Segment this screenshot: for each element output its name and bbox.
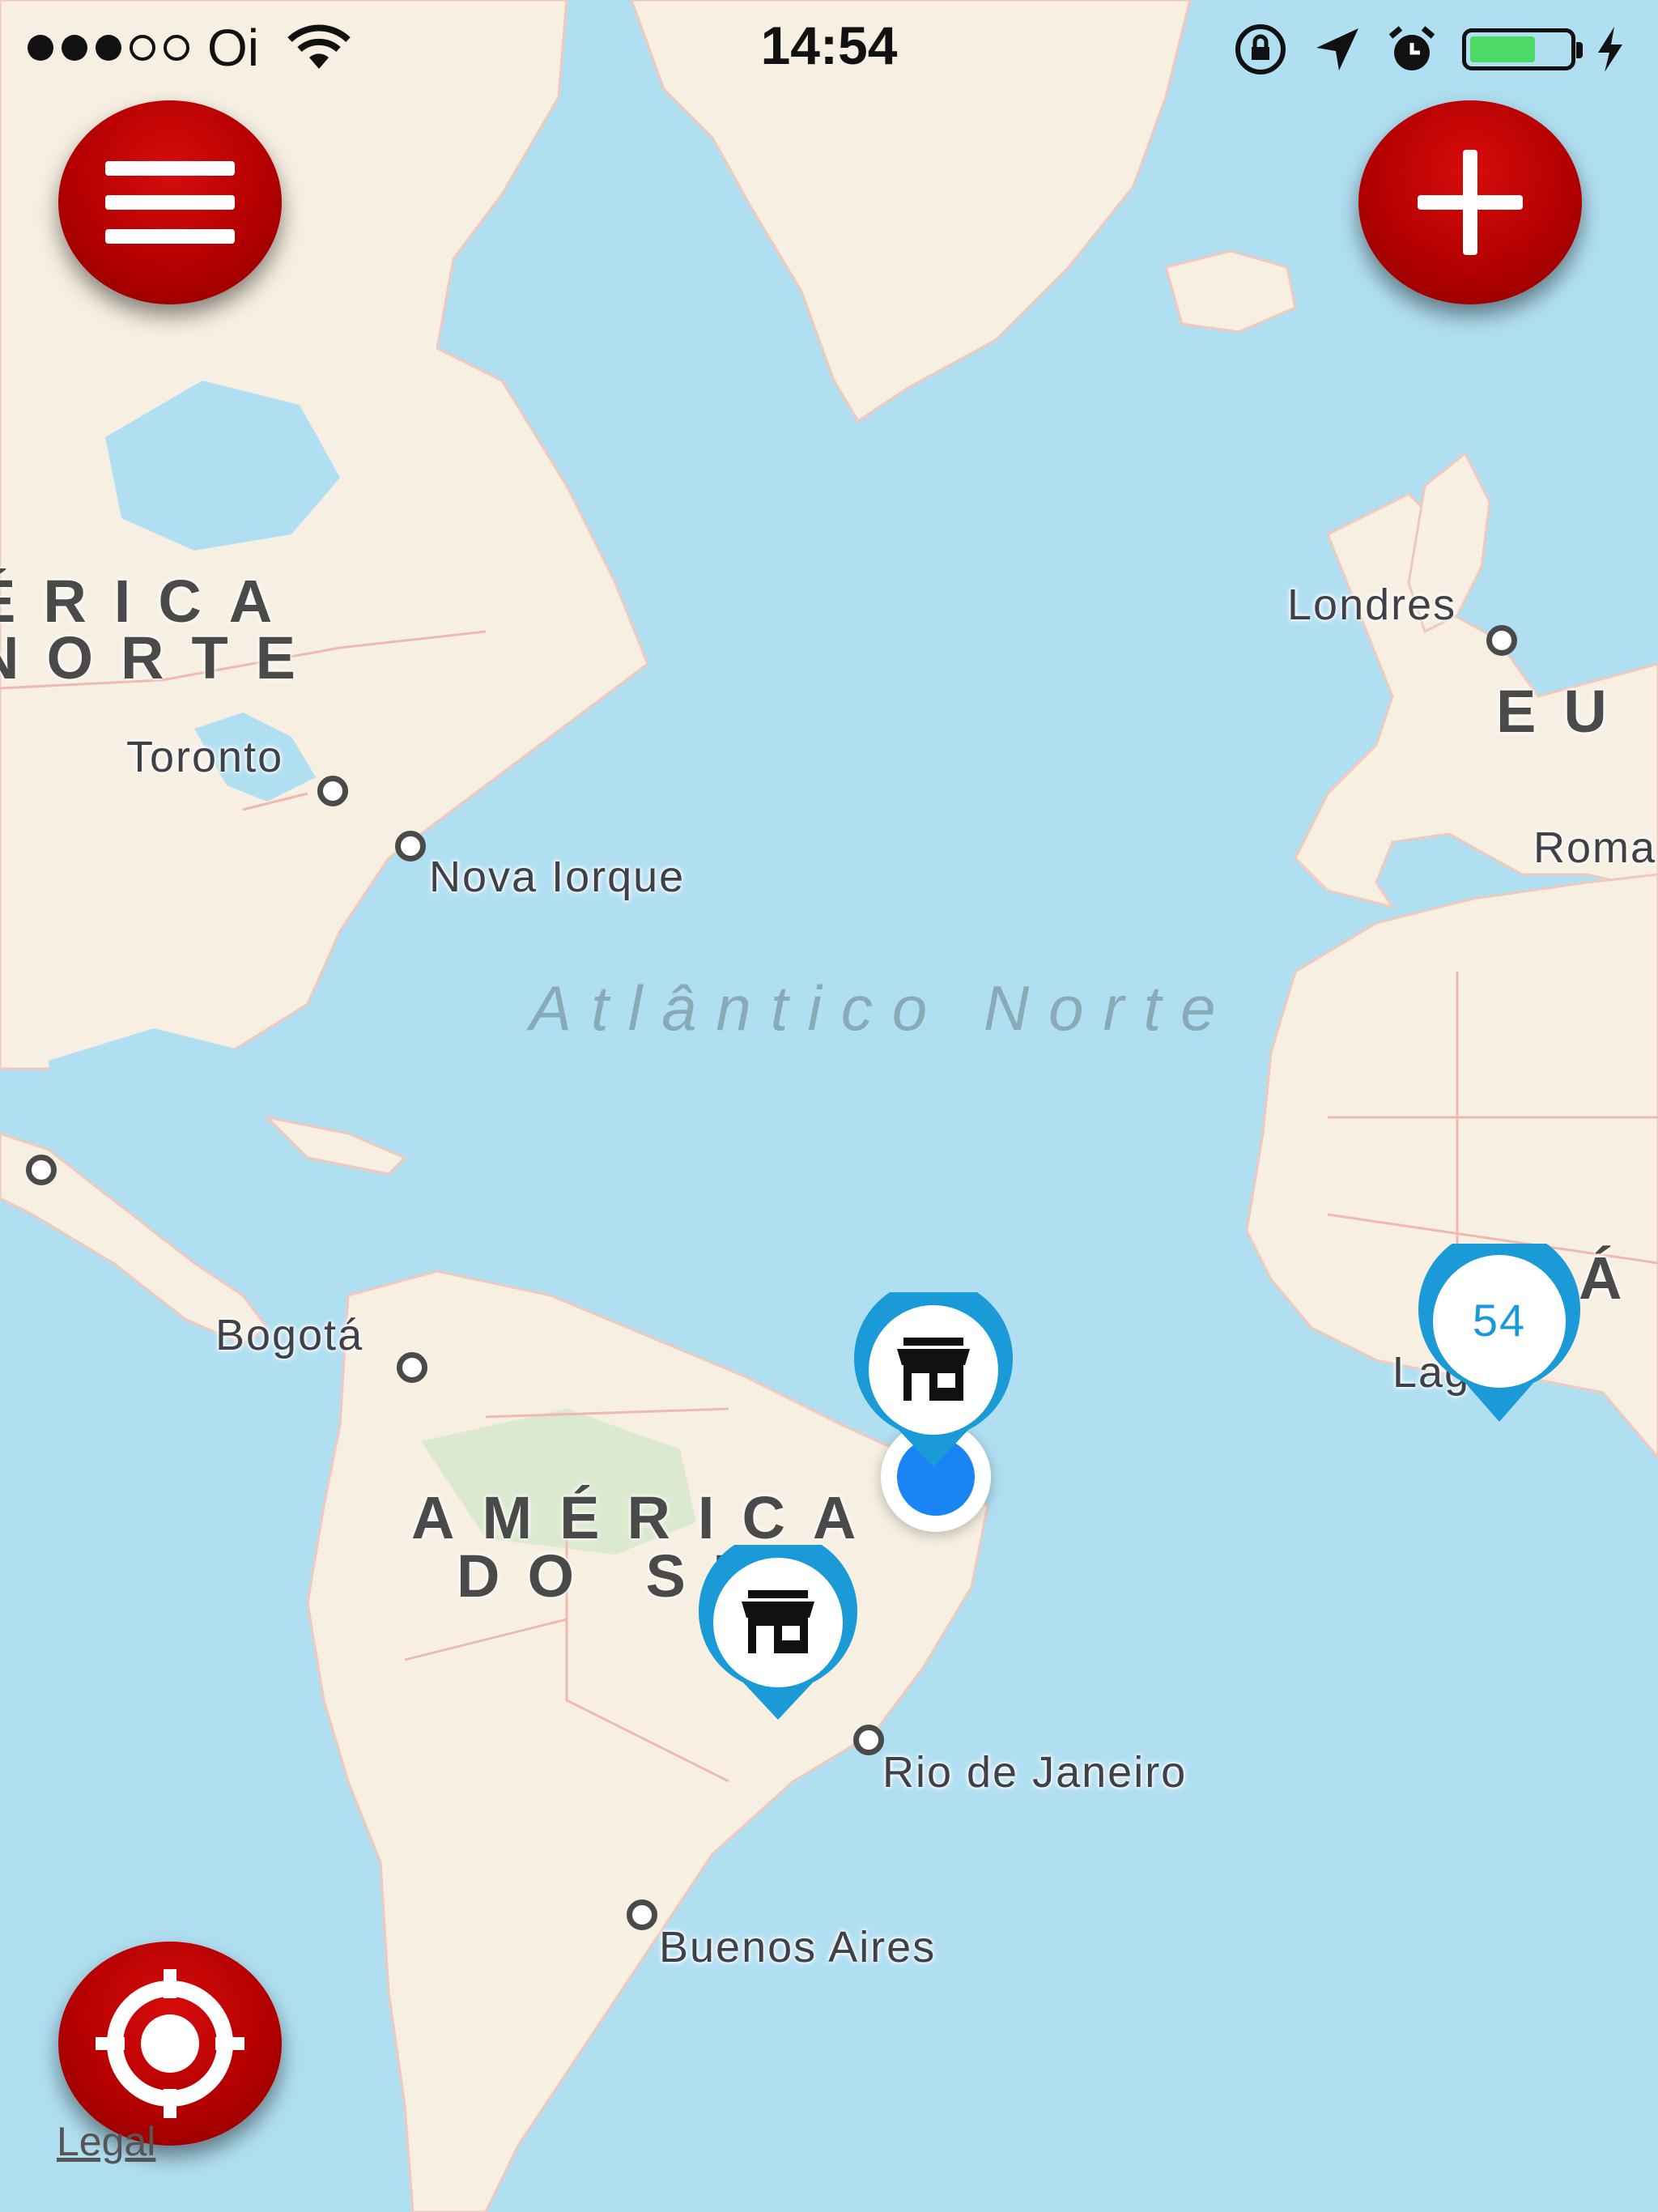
cuba-land <box>263 1115 407 1176</box>
city-dot-mexico <box>26 1155 57 1185</box>
city-label-buenos-aires: Buenos Aires <box>659 1923 937 1972</box>
store-icon <box>742 1590 814 1653</box>
map-background[interactable] <box>0 0 1658 2212</box>
city-dot-london <box>1486 625 1517 656</box>
locate-me-button[interactable] <box>58 1942 282 2146</box>
store-pin[interactable] <box>695 1531 861 1723</box>
legal-link[interactable]: Legal <box>57 2118 155 2165</box>
status-bar: Oi 14:54 <box>0 0 1658 97</box>
cluster-pin[interactable]: 54 <box>1418 1228 1580 1423</box>
city-label-rio: Rio de Janeiro <box>882 1748 1188 1797</box>
battery-icon <box>1462 28 1583 70</box>
region-label-europe: EU <box>1496 678 1635 745</box>
city-dot-new-york <box>395 831 426 861</box>
crosshair-icon <box>96 1969 244 2118</box>
menu-button[interactable] <box>58 100 282 304</box>
store-icon <box>897 1338 970 1401</box>
status-right-icons <box>1232 21 1626 78</box>
city-dot-buenos-aires <box>627 1899 657 1930</box>
charging-bolt-icon <box>1598 27 1622 72</box>
plus-icon <box>1418 150 1523 255</box>
battery-fill <box>1470 36 1535 62</box>
add-button[interactable] <box>1358 100 1582 304</box>
city-dot-bogota <box>397 1352 427 1383</box>
location-arrow-icon <box>1316 28 1358 70</box>
ocean-label: Atlântico Norte <box>529 972 1235 1044</box>
region-label-africa: Á <box>1579 1244 1650 1312</box>
city-label-london: Londres <box>1287 581 1457 629</box>
cluster-count: 54 <box>1472 1295 1527 1346</box>
alarm-icon <box>1388 26 1435 70</box>
rotation-lock-icon <box>1235 24 1286 74</box>
store-pin[interactable] <box>850 1278 1017 1470</box>
city-dot-rio <box>853 1725 884 1755</box>
region-label-north-america-2: NORTE <box>0 624 323 691</box>
city-label-bogota: Bogotá <box>215 1311 364 1359</box>
city-label-new-york: Nova Iorque <box>429 853 686 901</box>
city-dot-toronto <box>317 776 348 806</box>
city-label-toronto: Toronto <box>126 733 284 781</box>
gulf-of-mexico <box>49 1028 267 1190</box>
city-label-rome: Roma <box>1533 823 1657 872</box>
hamburger-icon <box>105 161 235 244</box>
iceland-land <box>1164 249 1297 334</box>
